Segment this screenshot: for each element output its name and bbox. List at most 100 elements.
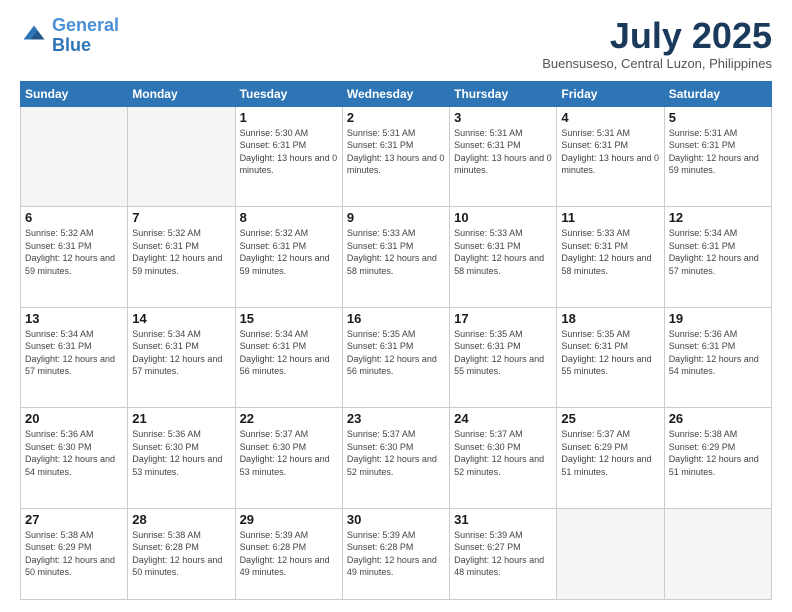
table-row: 22 Sunrise: 5:37 AM Sunset: 6:30 PM Dayli…: [235, 408, 342, 509]
location-subtitle: Buensuseso, Central Luzon, Philippines: [542, 56, 772, 71]
day-info: Sunrise: 5:34 AM Sunset: 6:31 PM Dayligh…: [240, 328, 338, 378]
day-number: 14: [132, 311, 230, 326]
day-info: Sunrise: 5:39 AM Sunset: 6:28 PM Dayligh…: [240, 529, 338, 579]
col-friday: Friday: [557, 81, 664, 106]
table-row: 15 Sunrise: 5:34 AM Sunset: 6:31 PM Dayli…: [235, 307, 342, 408]
day-number: 26: [669, 411, 767, 426]
day-number: 31: [454, 512, 552, 527]
day-info: Sunrise: 5:38 AM Sunset: 6:29 PM Dayligh…: [669, 428, 767, 478]
table-row: 23 Sunrise: 5:37 AM Sunset: 6:30 PM Dayli…: [342, 408, 449, 509]
day-info: Sunrise: 5:31 AM Sunset: 6:31 PM Dayligh…: [347, 127, 445, 177]
day-number: 13: [25, 311, 123, 326]
day-number: 8: [240, 210, 338, 225]
table-row: [128, 106, 235, 207]
day-number: 27: [25, 512, 123, 527]
col-tuesday: Tuesday: [235, 81, 342, 106]
day-number: 16: [347, 311, 445, 326]
day-info: Sunrise: 5:37 AM Sunset: 6:30 PM Dayligh…: [240, 428, 338, 478]
day-info: Sunrise: 5:39 AM Sunset: 6:27 PM Dayligh…: [454, 529, 552, 579]
day-number: 22: [240, 411, 338, 426]
table-row: 29 Sunrise: 5:39 AM Sunset: 6:28 PM Dayli…: [235, 508, 342, 599]
calendar-header-row: Sunday Monday Tuesday Wednesday Thursday…: [21, 81, 772, 106]
col-monday: Monday: [128, 81, 235, 106]
table-row: 12Sunrise: 5:34 AM Sunset: 6:31 PM Dayli…: [664, 207, 771, 308]
logo-line2: Blue: [52, 35, 91, 55]
day-info: Sunrise: 5:30 AM Sunset: 6:31 PM Dayligh…: [240, 127, 338, 177]
table-row: 28 Sunrise: 5:38 AM Sunset: 6:28 PM Dayli…: [128, 508, 235, 599]
day-number: 24: [454, 411, 552, 426]
day-info: Sunrise: 5:31 AM Sunset: 6:31 PM Dayligh…: [561, 127, 659, 177]
day-number: 10: [454, 210, 552, 225]
day-info: Sunrise: 5:35 AM Sunset: 6:31 PM Dayligh…: [561, 328, 659, 378]
day-number: 17: [454, 311, 552, 326]
table-row: 16 Sunrise: 5:35 AM Sunset: 6:31 PM Dayli…: [342, 307, 449, 408]
table-row: 9 Sunrise: 5:33 AM Sunset: 6:31 PM Daylig…: [342, 207, 449, 308]
col-wednesday: Wednesday: [342, 81, 449, 106]
day-number: 25: [561, 411, 659, 426]
logo-line1: General: [52, 15, 119, 35]
table-row: 21Sunrise: 5:36 AM Sunset: 6:30 PM Dayli…: [128, 408, 235, 509]
day-number: 23: [347, 411, 445, 426]
table-row: 13 Sunrise: 5:34 AM Sunset: 6:31 PM Dayli…: [21, 307, 128, 408]
day-info: Sunrise: 5:33 AM Sunset: 6:31 PM Dayligh…: [454, 227, 552, 277]
table-row: 31 Sunrise: 5:39 AM Sunset: 6:27 PM Dayli…: [450, 508, 557, 599]
day-number: 1: [240, 110, 338, 125]
day-info: Sunrise: 5:38 AM Sunset: 6:28 PM Dayligh…: [132, 529, 230, 579]
table-row: 24Sunrise: 5:37 AM Sunset: 6:30 PM Dayli…: [450, 408, 557, 509]
day-info: Sunrise: 5:31 AM Sunset: 6:31 PM Dayligh…: [454, 127, 552, 177]
header: General Blue July 2025 Buensuseso, Centr…: [20, 16, 772, 71]
table-row: 11Sunrise: 5:33 AM Sunset: 6:31 PM Dayli…: [557, 207, 664, 308]
title-block: July 2025 Buensuseso, Central Luzon, Phi…: [542, 16, 772, 71]
calendar-table: Sunday Monday Tuesday Wednesday Thursday…: [20, 81, 772, 600]
table-row: 18 Sunrise: 5:35 AM Sunset: 6:31 PM Dayli…: [557, 307, 664, 408]
day-number: 30: [347, 512, 445, 527]
table-row: [664, 508, 771, 599]
day-info: Sunrise: 5:35 AM Sunset: 6:31 PM Dayligh…: [454, 328, 552, 378]
table-row: 5Sunrise: 5:31 AM Sunset: 6:31 PM Daylig…: [664, 106, 771, 207]
table-row: 20Sunrise: 5:36 AM Sunset: 6:30 PM Dayli…: [21, 408, 128, 509]
table-row: 4 Sunrise: 5:31 AM Sunset: 6:31 PM Daylig…: [557, 106, 664, 207]
table-row: 14 Sunrise: 5:34 AM Sunset: 6:31 PM Dayli…: [128, 307, 235, 408]
day-info: Sunrise: 5:32 AM Sunset: 6:31 PM Dayligh…: [132, 227, 230, 277]
table-row: 10 Sunrise: 5:33 AM Sunset: 6:31 PM Dayli…: [450, 207, 557, 308]
day-number: 18: [561, 311, 659, 326]
day-number: 4: [561, 110, 659, 125]
table-row: 3Sunrise: 5:31 AM Sunset: 6:31 PM Daylig…: [450, 106, 557, 207]
table-row: 17 Sunrise: 5:35 AM Sunset: 6:31 PM Dayli…: [450, 307, 557, 408]
table-row: 25 Sunrise: 5:37 AM Sunset: 6:29 PM Dayli…: [557, 408, 664, 509]
table-row: 1 Sunrise: 5:30 AM Sunset: 6:31 PM Daylig…: [235, 106, 342, 207]
day-info: Sunrise: 5:32 AM Sunset: 6:31 PM Dayligh…: [25, 227, 123, 277]
day-info: Sunrise: 5:38 AM Sunset: 6:29 PM Dayligh…: [25, 529, 123, 579]
table-row: [557, 508, 664, 599]
day-number: 19: [669, 311, 767, 326]
day-info: Sunrise: 5:33 AM Sunset: 6:31 PM Dayligh…: [347, 227, 445, 277]
day-number: 12: [669, 210, 767, 225]
logo: General Blue: [20, 16, 119, 56]
day-number: 28: [132, 512, 230, 527]
day-number: 11: [561, 210, 659, 225]
page: General Blue July 2025 Buensuseso, Centr…: [0, 0, 792, 612]
table-row: 2 Sunrise: 5:31 AM Sunset: 6:31 PM Daylig…: [342, 106, 449, 207]
month-title: July 2025: [542, 16, 772, 56]
day-info: Sunrise: 5:36 AM Sunset: 6:31 PM Dayligh…: [669, 328, 767, 378]
day-number: 2: [347, 110, 445, 125]
day-info: Sunrise: 5:37 AM Sunset: 6:30 PM Dayligh…: [347, 428, 445, 478]
col-saturday: Saturday: [664, 81, 771, 106]
day-info: Sunrise: 5:39 AM Sunset: 6:28 PM Dayligh…: [347, 529, 445, 579]
day-info: Sunrise: 5:37 AM Sunset: 6:29 PM Dayligh…: [561, 428, 659, 478]
table-row: 6Sunrise: 5:32 AM Sunset: 6:31 PM Daylig…: [21, 207, 128, 308]
day-number: 29: [240, 512, 338, 527]
day-info: Sunrise: 5:34 AM Sunset: 6:31 PM Dayligh…: [25, 328, 123, 378]
table-row: 26 Sunrise: 5:38 AM Sunset: 6:29 PM Dayli…: [664, 408, 771, 509]
day-info: Sunrise: 5:36 AM Sunset: 6:30 PM Dayligh…: [132, 428, 230, 478]
day-number: 9: [347, 210, 445, 225]
table-row: 8 Sunrise: 5:32 AM Sunset: 6:31 PM Daylig…: [235, 207, 342, 308]
logo-icon: [20, 22, 48, 50]
day-info: Sunrise: 5:35 AM Sunset: 6:31 PM Dayligh…: [347, 328, 445, 378]
day-number: 5: [669, 110, 767, 125]
day-number: 7: [132, 210, 230, 225]
day-info: Sunrise: 5:32 AM Sunset: 6:31 PM Dayligh…: [240, 227, 338, 277]
table-row: 19 Sunrise: 5:36 AM Sunset: 6:31 PM Dayli…: [664, 307, 771, 408]
day-number: 15: [240, 311, 338, 326]
day-info: Sunrise: 5:34 AM Sunset: 6:31 PM Dayligh…: [132, 328, 230, 378]
